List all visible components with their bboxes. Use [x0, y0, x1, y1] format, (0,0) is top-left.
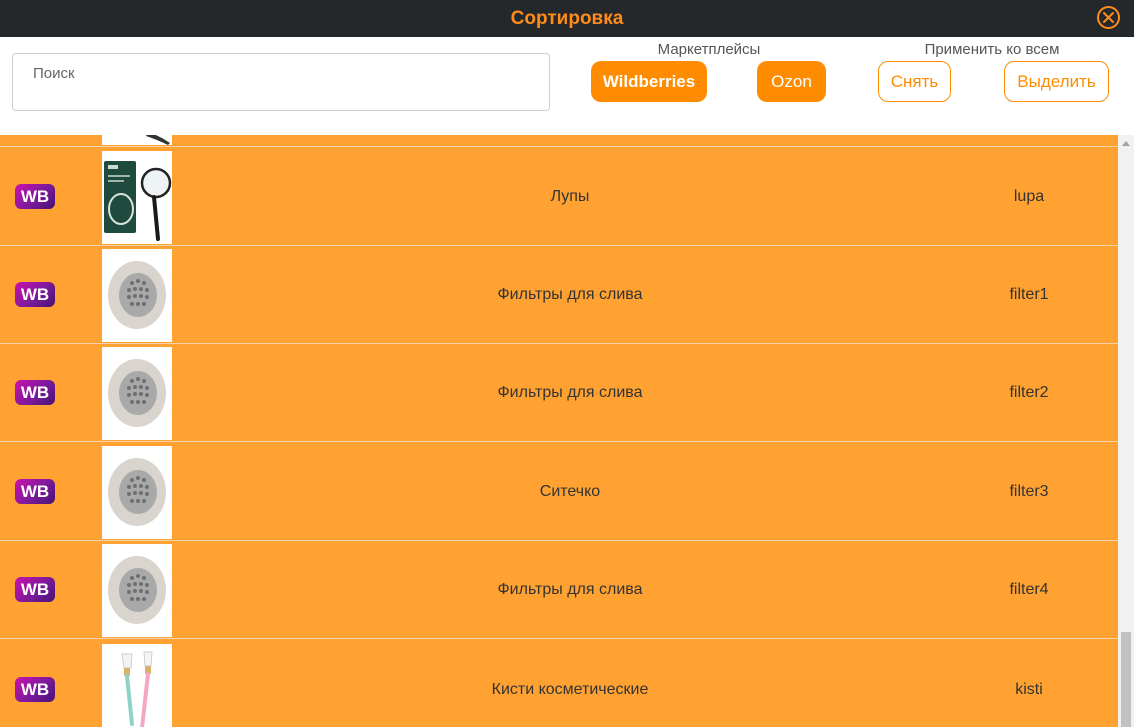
wildberries-badge: WB [15, 577, 55, 602]
wildberries-button[interactable]: Wildberries [591, 61, 707, 102]
ozon-button[interactable]: Ozon [757, 61, 826, 102]
wildberries-badge: WB [15, 184, 55, 209]
product-code: filter4 [1009, 581, 1049, 598]
product-code: filter2 [1009, 384, 1049, 401]
marketplaces-label: Маркетплейсы [657, 41, 761, 58]
product-name: Ситечко [539, 483, 601, 500]
list-item[interactable] [0, 135, 1118, 147]
window-title: Сортировка [510, 8, 624, 29]
wildberries-badge: WB [15, 282, 55, 307]
product-name: Лупы [550, 188, 590, 205]
list-item[interactable]: WB Фильтры для слива filter4 [0, 541, 1118, 639]
product-code: filter3 [1009, 483, 1049, 500]
product-name: Фильтры для слива [497, 384, 643, 401]
close-icon[interactable] [1097, 6, 1120, 29]
list-item[interactable]: WB Кисти косметические kisti [0, 641, 1118, 727]
product-name: Фильтры для слива [497, 581, 643, 598]
wildberries-badge: WB [15, 479, 55, 504]
wildberries-badge: WB [15, 677, 55, 702]
scrollbar-thumb[interactable] [1121, 632, 1131, 727]
product-code: filter1 [1009, 286, 1049, 303]
magnifier-product-icon [102, 151, 172, 244]
drain-filter-product-icon [102, 347, 172, 440]
product-list: WB Лупы lupa WB Фильтры для слива filter… [0, 135, 1118, 727]
wildberries-badge: WB [15, 380, 55, 405]
title-bar: Сортировка [0, 0, 1134, 37]
list-item[interactable]: WB Ситечко filter3 [0, 443, 1118, 541]
product-name: Кисти косметические [491, 681, 649, 698]
unselect-all-button[interactable]: Снять [878, 61, 951, 102]
select-all-button[interactable]: Выделить [1004, 61, 1109, 102]
drain-filter-product-icon [102, 249, 172, 342]
list-item[interactable]: WB Лупы lupa [0, 148, 1118, 246]
scroll-up-arrow-icon[interactable] [1122, 141, 1130, 146]
cosmetic-brushes-product-icon [102, 644, 172, 727]
toolbar: Маркетплейсы Wildberries Ozon Применить … [0, 37, 1134, 135]
scrollbar[interactable] [1118, 135, 1134, 727]
apply-all-label: Применить ко всем [924, 41, 1060, 58]
product-code: lupa [1013, 188, 1045, 205]
search-input[interactable] [12, 53, 550, 111]
drain-filter-product-icon [102, 544, 172, 637]
list-item[interactable]: WB Фильтры для слива filter1 [0, 246, 1118, 344]
product-code: kisti [1015, 681, 1043, 698]
list-item[interactable]: WB Фильтры для слива filter2 [0, 344, 1118, 442]
drain-filter-product-icon [102, 446, 172, 539]
product-image [102, 135, 172, 145]
product-name: Фильтры для слива [497, 286, 643, 303]
